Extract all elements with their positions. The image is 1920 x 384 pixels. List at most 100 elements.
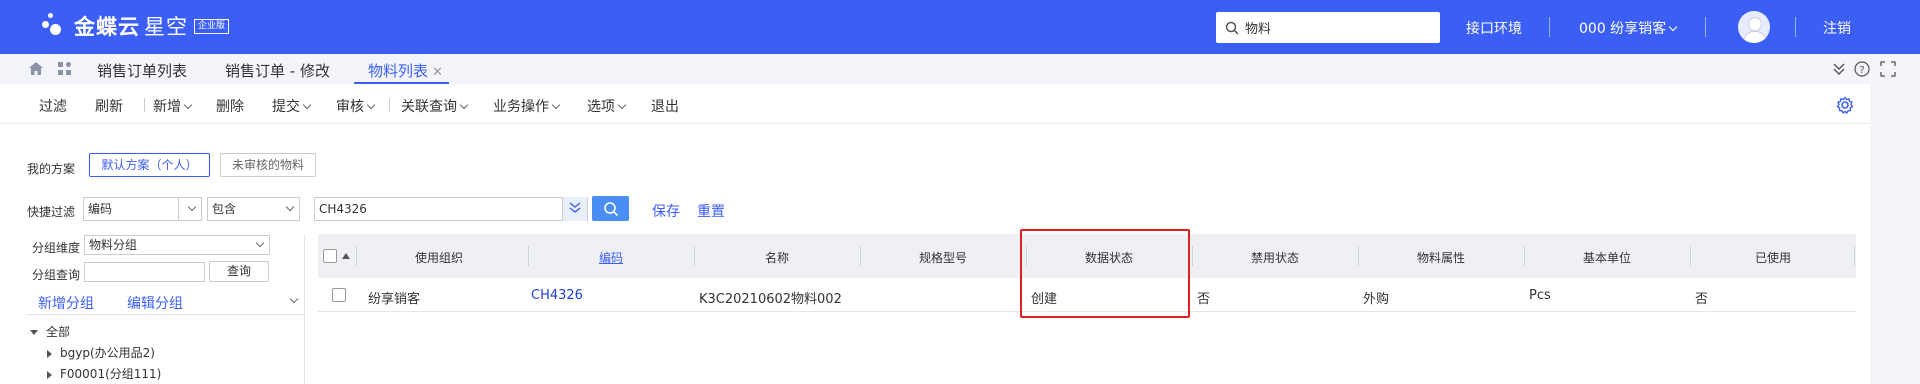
options-button[interactable]: 选项 [587, 96, 627, 116]
column-header-name[interactable]: 名称 [694, 249, 860, 266]
group-pane: 分组维度 物料分组 分组查询 查询 新增分组 编辑分组 全部 bgyp(办公用品… [26, 232, 304, 384]
group-dimension-label: 分组维度 [32, 241, 81, 255]
column-header-base-unit[interactable]: 基本单位 [1524, 249, 1690, 266]
tree-item-f00001[interactable]: F00001(分组111) [47, 365, 161, 382]
audit-button[interactable]: 审核 [336, 96, 376, 116]
column-header-org[interactable]: 使用组织 [356, 249, 522, 266]
select-all-checkbox[interactable] [323, 249, 337, 263]
reset-filter-link[interactable]: 重置 [697, 201, 725, 221]
cell-name: K3C20210602物料002 [699, 292, 842, 307]
tree-item-all[interactable]: 全部 [30, 323, 70, 340]
double-chevron-down-icon [569, 202, 581, 213]
right-margin [1870, 84, 1920, 384]
quick-filter-label: 快捷过滤 [27, 205, 76, 219]
filter-value-input[interactable]: CH4326 [314, 197, 588, 221]
cell-org: 纷享销客 [368, 292, 421, 307]
header-divider [1705, 17, 1706, 37]
cell-material-property: 外购 [1363, 292, 1390, 307]
column-divider [1854, 246, 1855, 266]
row-checkbox[interactable] [332, 288, 346, 302]
filter-value-dropdown[interactable] [562, 197, 587, 221]
chevron-down-icon [255, 238, 265, 248]
filter-search-button[interactable] [592, 196, 629, 221]
avatar[interactable] [1738, 11, 1770, 43]
column-header-material-property[interactable]: 物料属性 [1358, 249, 1524, 266]
new-button[interactable]: 新增 [153, 96, 193, 116]
tab-material-list[interactable]: 物料列表 ✕ [368, 60, 443, 81]
close-icon[interactable]: ✕ [432, 65, 443, 80]
chevron-down-icon [1668, 22, 1678, 32]
search-icon [1225, 21, 1239, 35]
chevron-down-icon [187, 202, 197, 212]
refresh-button[interactable]: 刷新 [95, 96, 123, 116]
sort-up-icon[interactable] [342, 253, 350, 259]
save-filter-link[interactable]: 保存 [652, 201, 680, 221]
tab-sales-order-list[interactable]: 销售订单列表 [97, 60, 187, 81]
gear-icon[interactable] [1836, 96, 1854, 114]
global-search-input[interactable] [1245, 20, 1425, 35]
top-bar: 金蝶云星空 企业版 接口环境 000 纷享销客 注销 [0, 0, 1920, 54]
submit-button[interactable]: 提交 [272, 96, 312, 116]
delete-button[interactable]: 删除 [216, 96, 244, 116]
header-divider [1795, 17, 1796, 37]
group-query-label: 分组查询 [32, 268, 81, 282]
toolbar-divider [389, 98, 390, 112]
caret-right-icon [47, 370, 52, 379]
logout-link[interactable]: 注销 [1823, 18, 1851, 38]
filter-operator-select[interactable]: 包含 [207, 197, 300, 221]
header-divider [1549, 17, 1550, 37]
tab-bar: 销售订单列表 销售订单 - 修改 物料列表 ✕ ? [0, 54, 1920, 84]
fullscreen-icon[interactable] [1880, 61, 1896, 77]
cell-base-unit: Pcs [1529, 288, 1551, 303]
chevron-down-icon [617, 100, 627, 110]
column-header-disable-status[interactable]: 禁用状态 [1192, 249, 1358, 266]
caret-right-icon [47, 349, 52, 358]
highlight-box [1020, 229, 1190, 318]
exit-button[interactable]: 退出 [651, 96, 679, 116]
cell-disable-status: 否 [1197, 292, 1211, 307]
tab-sales-order-edit[interactable]: 销售订单 - 修改 [225, 60, 330, 81]
filter-field-select[interactable]: 编码 [83, 197, 202, 221]
toolbar: 过滤 刷新 新增 删除 提交 审核 关联查询 业务操作 选项 退出 [0, 84, 1870, 124]
logo-text: 金蝶云 星空 [74, 15, 188, 39]
home-icon[interactable] [28, 61, 44, 76]
chevron-down-icon [459, 100, 469, 110]
chevron-down-icon [366, 100, 376, 110]
caret-down-icon [30, 330, 38, 335]
help-icon[interactable]: ? [1854, 61, 1870, 77]
edit-group-link[interactable]: 编辑分组 [127, 293, 183, 313]
cell-used: 否 [1695, 292, 1709, 307]
chevron-down-icon [302, 100, 312, 110]
scheme-default-button[interactable]: 默认方案（个人） [89, 153, 210, 177]
cell-code[interactable]: CH4326 [531, 288, 583, 303]
column-header-spec[interactable]: 规格型号 [860, 249, 1026, 266]
global-search[interactable] [1216, 12, 1440, 43]
svg-text:?: ? [1859, 65, 1864, 76]
apps-icon[interactable] [57, 61, 72, 76]
group-query-button[interactable]: 查询 [209, 261, 269, 282]
linked-query-button[interactable]: 关联查询 [401, 96, 469, 116]
my-scheme-label: 我的方案 [27, 162, 76, 176]
logo-badge: 企业版 [194, 18, 230, 34]
double-chevron-down-icon[interactable] [1832, 62, 1846, 76]
chevron-down-icon [183, 100, 193, 110]
chevron-down-icon[interactable] [289, 294, 299, 304]
business-ops-button[interactable]: 业务操作 [493, 96, 561, 116]
group-query-input[interactable] [84, 262, 205, 282]
scheme-unaudited-button[interactable]: 未审核的物料 [220, 153, 316, 177]
column-header-used[interactable]: 已使用 [1690, 249, 1856, 266]
pane-splitter[interactable] [304, 234, 305, 384]
chevron-down-icon [285, 202, 295, 212]
chevron-down-icon [551, 100, 561, 110]
pane-divider [26, 314, 304, 315]
logo-icon [40, 11, 68, 41]
logo[interactable]: 金蝶云 星空 企业版 [40, 8, 230, 44]
filter-button[interactable]: 过滤 [39, 96, 67, 116]
add-group-link[interactable]: 新增分组 [38, 293, 94, 313]
tree-item-bgyp[interactable]: bgyp(办公用品2) [47, 344, 155, 361]
env-link[interactable]: 接口环境 [1466, 18, 1522, 38]
group-dimension-select[interactable]: 物料分组 [84, 235, 270, 255]
search-icon [603, 201, 618, 216]
column-header-code[interactable]: 编码 [528, 249, 694, 266]
org-switcher[interactable]: 000 纷享销客 [1579, 18, 1678, 38]
